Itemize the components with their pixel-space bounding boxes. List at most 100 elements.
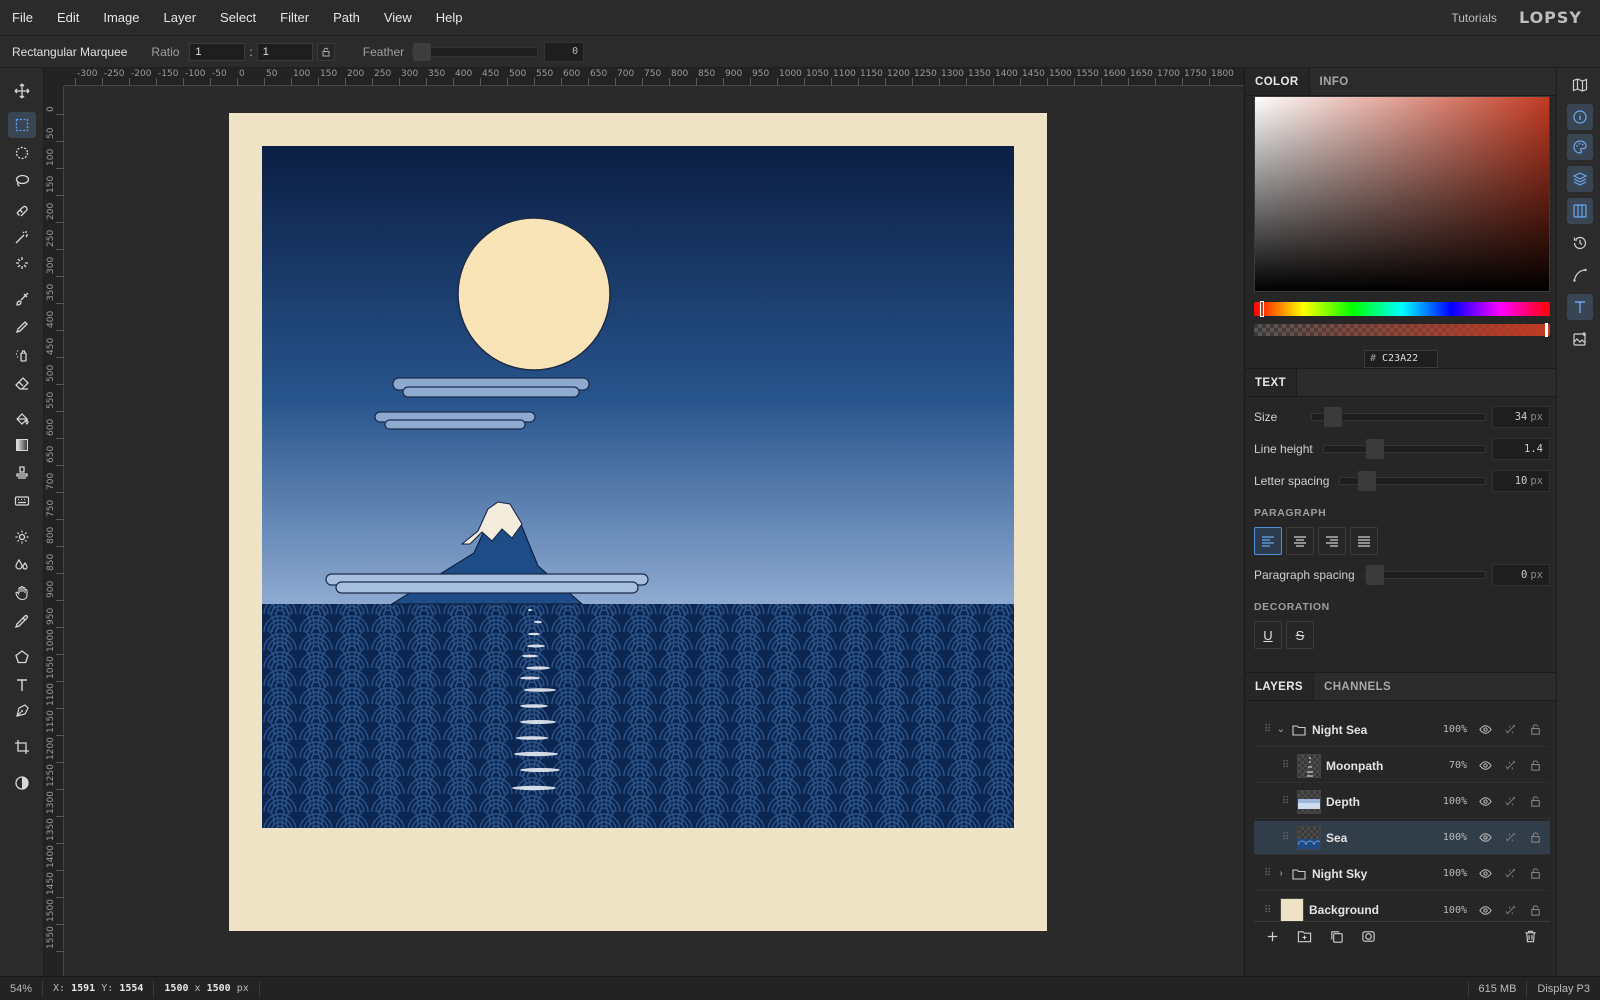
eye-icon[interactable] [1475,795,1495,808]
eye-icon[interactable] [1475,867,1495,880]
eye-icon[interactable] [1475,759,1495,772]
link-icon[interactable] [1500,831,1520,844]
spray-tool[interactable] [8,342,36,368]
eye-icon[interactable] [1475,723,1495,736]
lasso-tool[interactable] [8,168,36,194]
feather-value[interactable]: 0 [544,41,585,62]
lock-icon[interactable] [1525,831,1545,844]
drag-handle-icon[interactable]: ⠿ [1282,760,1292,771]
navigator-button[interactable] [1567,72,1593,98]
paths-button[interactable] [1567,262,1593,288]
align-center-button[interactable] [1286,527,1314,555]
ellipse-marquee-tool[interactable] [8,140,36,166]
drag-handle-icon[interactable]: ⠿ [1282,796,1292,807]
magnetic-lasso-tool[interactable] [8,196,36,222]
hex-color-input[interactable]: # C23A22 [1364,350,1438,368]
lock-icon[interactable] [1525,867,1545,880]
drag-handle-icon[interactable]: ⠿ [1282,832,1292,843]
lock-icon[interactable] [1525,759,1545,772]
drag-handle-icon[interactable]: ⠿ [1264,724,1274,735]
lock-icon[interactable] [1525,723,1545,736]
quick-select-tool[interactable] [8,250,36,276]
lock-icon[interactable] [1525,904,1545,917]
align-right-button[interactable] [1318,527,1346,555]
drag-handle-icon[interactable]: ⠿ [1264,868,1274,879]
shape-tool[interactable] [8,644,36,670]
magic-wand-tool[interactable] [8,224,36,250]
size-slider[interactable] [1311,407,1486,427]
menu-layer[interactable]: Layer [152,10,209,25]
fill-tool[interactable] [8,406,36,432]
size-slider-knob[interactable] [1324,407,1343,427]
delete-layer-button[interactable] [1516,924,1544,950]
alpha-slider-knob[interactable] [1545,323,1548,337]
lock-icon[interactable] [1525,795,1545,808]
gradient-tool[interactable] [8,432,36,458]
contrast-tool[interactable] [8,770,36,796]
pen-tool[interactable] [8,698,36,724]
tab-text[interactable]: TEXT [1245,369,1297,396]
paragraph-spacing-slider-knob[interactable] [1365,565,1384,585]
link-icon[interactable] [1500,723,1520,736]
layer-night-sky[interactable]: ⠿ › Night Sky 100% [1254,857,1550,891]
menu-view[interactable]: View [372,10,424,25]
align-justify-button[interactable] [1350,527,1378,555]
link-icon[interactable] [1500,904,1520,917]
color-button[interactable] [1567,134,1593,160]
letter-spacing-slider[interactable] [1339,471,1486,491]
chevron-right-icon[interactable]: › [1274,868,1288,879]
ratio-lock-button[interactable] [316,42,335,61]
alpha-slider[interactable] [1254,323,1550,337]
ratio-width-input[interactable] [189,42,246,61]
menu-help[interactable]: Help [424,10,475,25]
layer-night-sea[interactable]: ⠿ ⌄ Night Sea 100% [1254,713,1550,747]
link-icon[interactable] [1500,795,1520,808]
crop-tool[interactable] [8,734,36,760]
menu-edit[interactable]: Edit [45,10,91,25]
menu-file[interactable]: File [0,10,45,25]
history-button[interactable] [1567,230,1593,256]
eyedropper-tool[interactable] [8,608,36,634]
text-tool[interactable] [8,672,36,698]
pencil-tool[interactable] [8,314,36,340]
line-height-slider[interactable] [1322,439,1486,459]
letter-spacing-input[interactable]: 10 px [1492,470,1550,492]
size-input[interactable]: 34 px [1492,406,1550,428]
dodge-tool[interactable] [8,524,36,550]
layer-depth[interactable]: ⠿ Depth 100% [1254,785,1550,819]
paragraph-spacing-input[interactable]: 0 px [1492,564,1550,586]
chevron-down-icon[interactable]: ⌄ [1274,724,1288,735]
hand-tool[interactable] [8,580,36,606]
move-tool[interactable] [8,78,36,104]
tab-info[interactable]: INFO [1310,68,1359,95]
tab-channels[interactable]: CHANNELS [1314,673,1401,700]
strikethrough-button[interactable]: S [1286,621,1314,649]
eraser-tool[interactable] [8,370,36,396]
feather-slider[interactable] [412,42,539,61]
menu-image[interactable]: Image [91,10,151,25]
channels-button[interactable] [1567,198,1593,224]
align-left-button[interactable] [1254,527,1282,555]
tab-layers[interactable]: LAYERS [1245,673,1314,700]
document-page[interactable] [229,113,1047,931]
duplicate-layer-button[interactable] [1322,924,1350,950]
drag-handle-icon[interactable]: ⠿ [1264,905,1274,916]
link-icon[interactable] [1500,867,1520,880]
link-icon[interactable] [1500,759,1520,772]
tutorials-link[interactable]: Tutorials [1451,11,1497,25]
pattern-tool[interactable] [8,488,36,514]
menu-select[interactable]: Select [208,10,268,25]
image-button[interactable] [1567,326,1593,352]
brush-tool[interactable] [8,286,36,312]
tab-color[interactable]: COLOR [1245,68,1310,95]
eye-icon[interactable] [1475,831,1495,844]
menu-filter[interactable]: Filter [268,10,321,25]
letter-spacing-slider-knob[interactable] [1358,471,1377,491]
paragraph-spacing-slider[interactable] [1364,565,1486,585]
layers-button[interactable] [1567,166,1593,192]
mask-layer-button[interactable] [1354,924,1382,950]
layer-moonpath[interactable]: ⠿ Moonpath 70% [1254,749,1550,783]
hue-slider-knob[interactable] [1260,301,1264,317]
info-button[interactable] [1567,104,1593,130]
line-height-slider-knob[interactable] [1365,439,1384,459]
